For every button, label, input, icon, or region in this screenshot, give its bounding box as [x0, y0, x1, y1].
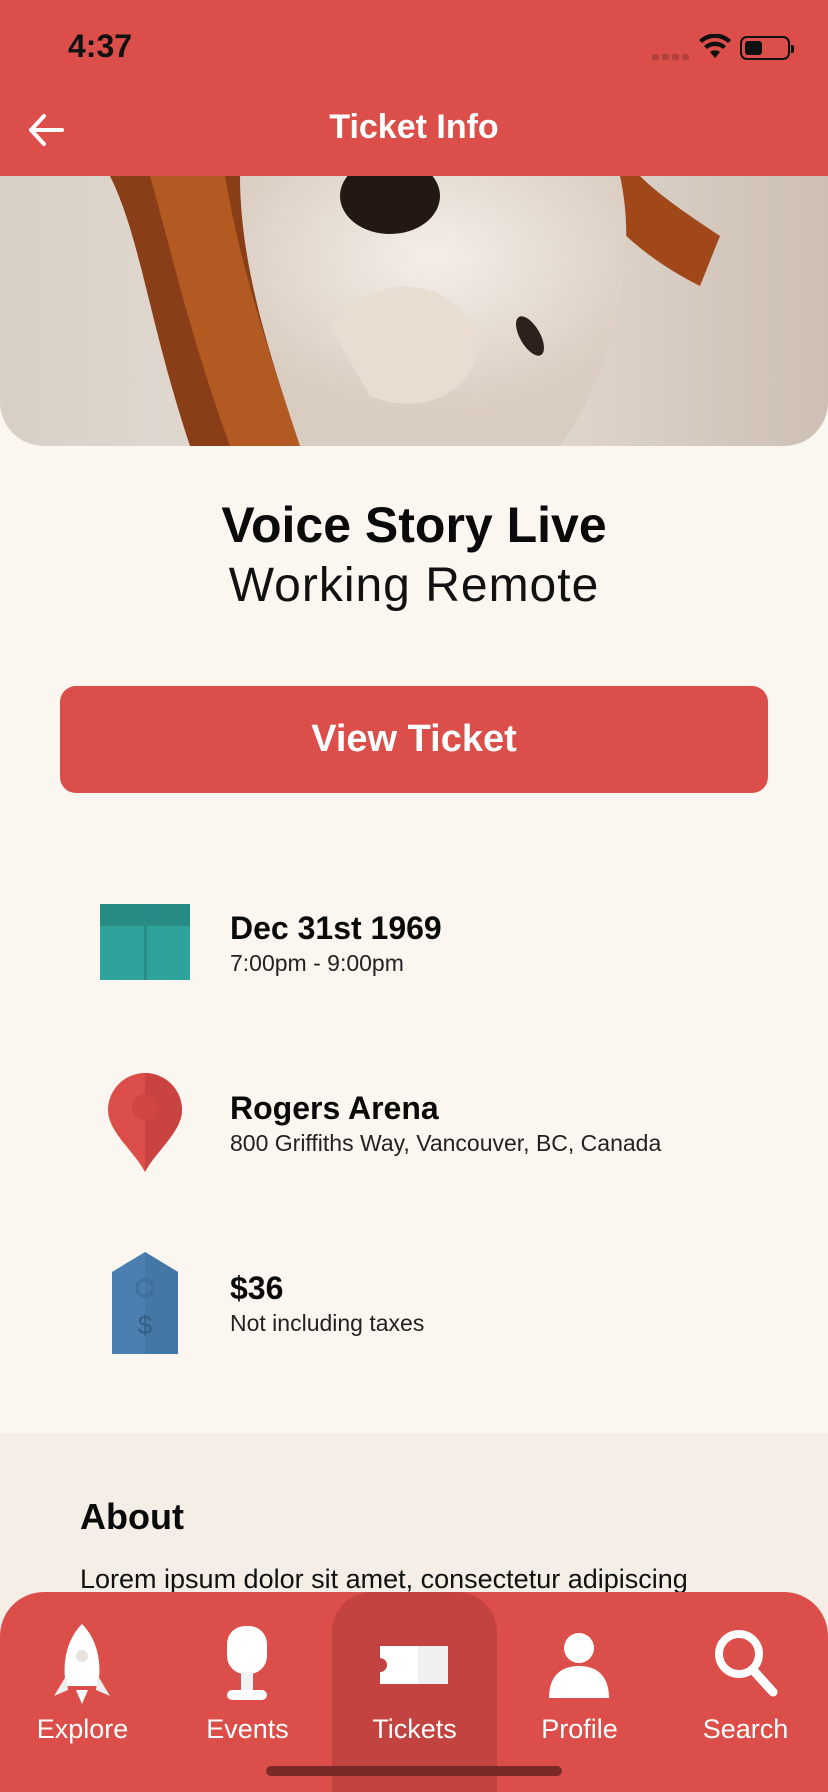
- ticket-price: $36: [230, 1270, 284, 1306]
- top-app-bar: [0, 0, 828, 176]
- event-time: 7:00pm - 9:00pm: [230, 950, 404, 976]
- wifi-icon: [699, 34, 731, 58]
- map-pin-icon: [108, 1073, 182, 1172]
- rocket-icon: [54, 1624, 110, 1704]
- person-icon: [549, 1633, 609, 1698]
- home-indicator: [266, 1766, 562, 1776]
- calendar-icon: [100, 904, 190, 980]
- tab-label-search: Search: [702, 1714, 789, 1744]
- page-title: Ticket Info: [329, 108, 499, 146]
- status-time: 4:37: [68, 28, 133, 64]
- venue-address: 800 Griffiths Way, Vancouver, BC, Canada: [230, 1130, 662, 1156]
- search-icon: [715, 1630, 778, 1697]
- tab-tickets[interactable]: Tickets: [332, 1592, 497, 1792]
- price-tag-icon: $: [112, 1252, 178, 1354]
- event-date: Dec 31st 1969: [230, 910, 442, 946]
- svg-text:$: $: [138, 1310, 153, 1340]
- event-subtitle: Working Remote: [228, 559, 600, 612]
- ticket-icon: [380, 1646, 448, 1684]
- tab-events[interactable]: Events: [165, 1592, 330, 1792]
- cellular-signal-icon: [652, 54, 689, 60]
- tab-label-profile: Profile: [541, 1714, 618, 1744]
- tab-label-explore: Explore: [36, 1714, 129, 1744]
- tab-label-tickets: Tickets: [372, 1714, 457, 1744]
- view-ticket-button[interactable]: View Ticket: [60, 686, 768, 793]
- tab-search[interactable]: Search: [663, 1592, 828, 1792]
- about-text: Lorem ipsum dolor sit amet, consectetur …: [80, 1564, 688, 1594]
- microphone-icon: [227, 1626, 267, 1700]
- tab-profile[interactable]: Profile: [497, 1592, 662, 1792]
- event-title: Voice Story Live: [221, 497, 607, 553]
- tab-label-events: Events: [206, 1714, 289, 1744]
- bottom-tab-bar: Explore Events Tickets Profile Search: [0, 1592, 828, 1792]
- event-hero-image: [0, 176, 828, 446]
- tab-explore[interactable]: Explore: [0, 1592, 165, 1792]
- about-heading: About: [80, 1496, 184, 1537]
- battery-icon: [740, 36, 794, 60]
- venue-name: Rogers Arena: [230, 1090, 439, 1126]
- price-note: Not including taxes: [230, 1310, 425, 1336]
